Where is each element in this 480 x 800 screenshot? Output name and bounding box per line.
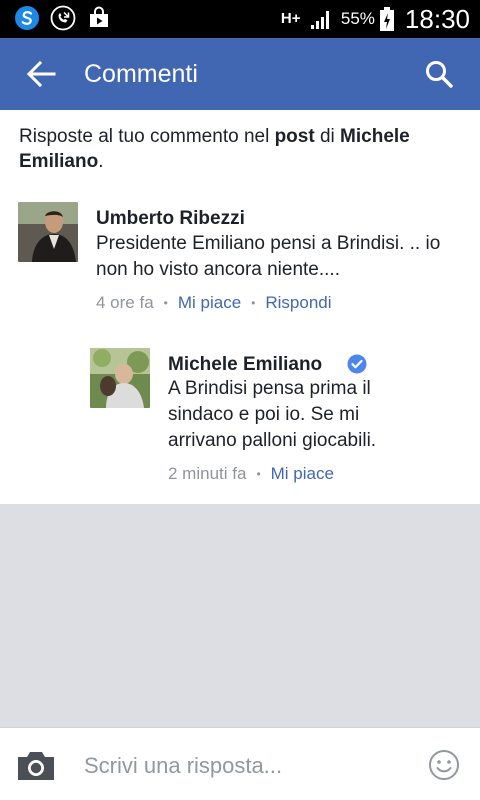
network-type: H+ — [280, 10, 301, 27]
s-app-icon — [15, 6, 39, 30]
intro-prefix: Risposte al tuo commento nel — [19, 126, 275, 147]
reply-composer — [0, 727, 480, 800]
back-arrow-icon[interactable] — [26, 60, 56, 88]
status-bar-notifications — [14, 5, 112, 31]
comment-text: Presidente Emiliano pensi a Brindisi. ..… — [96, 233, 441, 280]
verified-icon — [347, 354, 367, 374]
comment-time: 4 ore fa — [96, 293, 154, 312]
avatar[interactable] — [90, 348, 150, 408]
emoji-icon[interactable] — [428, 749, 460, 781]
battery-percent: 55% — [340, 9, 375, 28]
page-title: Commenti — [84, 60, 198, 88]
search-icon[interactable] — [424, 59, 454, 89]
like-button[interactable]: Mi piace — [178, 293, 241, 313]
post-link[interactable]: post — [275, 126, 315, 147]
separator-dot: • — [256, 467, 261, 481]
reply-input[interactable] — [84, 746, 404, 786]
camera-icon[interactable] — [16, 750, 56, 782]
status-bar: H+ 55% 18:30 — [0, 0, 480, 38]
reply-time: 2 minuti fa — [168, 464, 247, 483]
battery-icon — [379, 7, 394, 31]
reply-text: A Brindisi pensa prima il sindaco e poi … — [168, 378, 377, 451]
intro-middle: di — [314, 126, 341, 147]
intro-suffix: . — [98, 151, 104, 172]
replies-intro: Risposte al tuo commento nel post di Mic… — [19, 124, 459, 174]
like-button[interactable]: Mi piace — [271, 464, 334, 484]
comments-panel: Risposte al tuo commento nel post di Mic… — [0, 110, 480, 504]
app-bar: Commenti — [0, 38, 480, 110]
status-bar-system: H+ 55% 18:30 — [281, 0, 470, 38]
comment-meta: 4 ore fa • Mi piace • Rispondi — [96, 293, 332, 313]
signal-icon — [310, 11, 329, 29]
comment-author[interactable]: Umberto Ribezzi — [96, 208, 245, 230]
separator-dot: • — [251, 296, 256, 310]
phone-icon — [50, 5, 76, 31]
separator-dot: • — [163, 296, 168, 310]
play-store-icon — [90, 6, 108, 27]
reply-author[interactable]: Michele Emiliano — [168, 354, 322, 376]
avatar[interactable] — [18, 202, 78, 262]
clock: 18:30 — [404, 3, 470, 34]
reply-meta: 2 minuti fa • Mi piace — [168, 464, 334, 484]
reply-button[interactable]: Rispondi — [265, 293, 331, 313]
